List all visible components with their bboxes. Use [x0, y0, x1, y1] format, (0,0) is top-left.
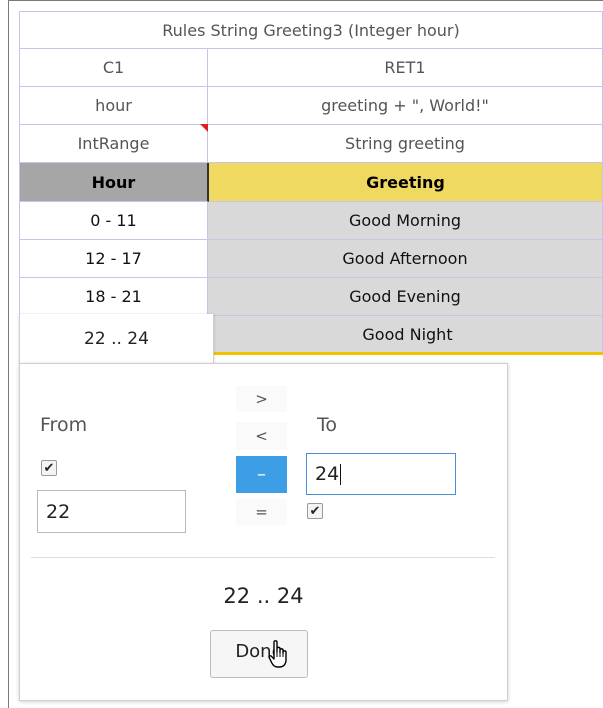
checkmark-icon: ✔ — [43, 460, 55, 476]
row-3-condition-editing[interactable]: 22 .. 24 — [19, 314, 214, 364]
from-label: From — [40, 414, 88, 436]
header-hour[interactable]: Hour — [19, 163, 209, 202]
from-input-value: 22 — [46, 500, 71, 523]
comment-indicator-icon[interactable] — [200, 124, 208, 132]
popup-divider — [31, 557, 495, 558]
row-3-selection-underline — [213, 352, 603, 355]
row-2-value[interactable]: Good Evening — [208, 278, 603, 316]
done-button[interactable]: Done — [210, 630, 308, 678]
from-inclusive-checkbox[interactable]: ✔ — [41, 460, 57, 476]
hand-pointer-icon — [268, 640, 287, 668]
operator-range-active[interactable]: – — [236, 456, 287, 493]
row-1-value[interactable]: Good Afternoon — [208, 240, 603, 278]
to-label: To — [317, 414, 338, 436]
checkmark-icon: ✔ — [309, 503, 321, 519]
text-caret — [340, 463, 342, 485]
window-left-border — [8, 0, 9, 708]
to-inclusive-checkbox[interactable]: ✔ — [307, 503, 323, 519]
type-intrange-label: IntRange — [77, 134, 150, 153]
range-preview: 22 .. 24 — [223, 584, 304, 608]
param-hour[interactable]: hour — [19, 87, 208, 125]
from-input[interactable]: 22 — [37, 490, 186, 533]
operator-greater-than[interactable]: > — [236, 386, 287, 412]
param-greeting[interactable]: greeting + ", World!" — [208, 87, 603, 125]
type-intrange[interactable]: IntRange — [19, 124, 208, 163]
window-top-border — [8, 0, 603, 1]
row-3-value[interactable]: Good Night — [213, 316, 603, 353]
row-2-condition[interactable]: 18 - 21 — [19, 278, 208, 316]
column-id-ret1[interactable]: RET1 — [208, 49, 603, 87]
row-0-value[interactable]: Good Morning — [208, 202, 603, 240]
row-1-condition[interactable]: 12 - 17 — [19, 240, 208, 278]
row-0-condition[interactable]: 0 - 11 — [19, 202, 208, 240]
to-input[interactable]: 24 — [306, 453, 456, 495]
column-id-c1[interactable]: C1 — [19, 49, 208, 87]
type-string-greeting[interactable]: String greeting — [208, 125, 603, 163]
operator-less-than[interactable]: < — [236, 422, 287, 450]
operator-equals[interactable]: = — [236, 499, 287, 525]
table-title-cell[interactable]: Rules String Greeting3 (Integer hour) — [19, 11, 603, 49]
header-greeting[interactable]: Greeting — [209, 163, 603, 202]
to-input-value: 24 — [315, 463, 340, 485]
range-editor-popup: From ✔ 22 > < – = To 24 ✔ 22 .. 24 Done — [19, 363, 508, 701]
